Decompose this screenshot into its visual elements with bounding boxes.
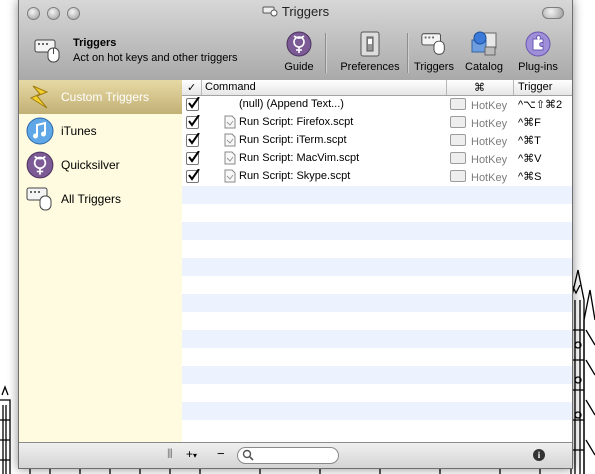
sidebar-item-itunes[interactable]: iTunes [19,114,182,148]
column-header-type[interactable]: ⌘ [474,81,485,95]
trigger-keys[interactable]: ^⌘S [518,170,542,183]
trigger-type: HotKey [450,116,507,130]
toolbar-preferences[interactable]: Preferences [337,30,403,73]
empty-row [182,186,572,204]
table-header: ✓ Command ⌘ Trigger [182,80,572,96]
keyboard-mouse-icon [26,187,52,211]
trigger-keys[interactable]: ^⌘F [518,116,541,129]
enabled-checkbox[interactable] [186,97,200,111]
column-divider [513,80,514,95]
search-field[interactable] [237,447,339,464]
empty-row [182,294,572,312]
trigger-type: HotKey [450,98,507,112]
window-title: Triggers [19,4,572,19]
keyboard-icon [450,152,466,164]
trigger-type: HotKey [450,170,507,184]
toolbar-separator [325,33,327,73]
table-row[interactable]: Run Script: Firefox.scpt HotKey ^⌘F [182,114,572,132]
empty-row [182,258,572,276]
empty-row [182,222,572,240]
keyboard-mouse-icon [34,39,60,63]
splitter-handle[interactable]: ||| [167,448,173,459]
sidebar: Custom Triggers iTunes Quicksilver All T… [19,80,183,442]
enabled-checkbox[interactable] [186,133,200,147]
toolbar-separator [407,33,409,73]
checkmark-icon [188,97,200,109]
trigger-keys[interactable]: ^⌘V [518,152,542,165]
itunes-icon [26,117,54,145]
search-icon [242,449,254,461]
lightning-icon [29,85,49,109]
table-row[interactable]: (null) (Append Text...) HotKey ^⌥⇧⌘2 [182,96,572,114]
command-label: Run Script: iTerm.scpt [239,134,347,146]
trigger-type-label: HotKey [471,100,508,112]
command-label: Run Script: MacVim.scpt [239,152,360,164]
script-file-icon [224,115,236,129]
add-label: + [186,447,194,461]
catalog-icon [471,31,497,56]
column-header-enabled[interactable]: ✓ [187,81,196,95]
triggers-window: Triggers Triggers Act on hot keys and ot… [18,0,573,469]
keyboard-mouse-icon [262,6,278,17]
toolbar-guide[interactable]: Guide [281,30,317,73]
column-divider [446,80,447,95]
script-file-icon [224,151,236,165]
checkmark-icon [188,133,200,145]
command-label: Run Script: Firefox.scpt [239,116,354,128]
chevron-down-icon: ▾ [193,451,198,460]
toolbar-plugins[interactable]: Plug-ins [513,30,563,73]
empty-row [182,330,572,348]
checkmark-icon [188,115,200,127]
quicksilver-icon [286,31,312,57]
sidebar-item-all-triggers[interactable]: All Triggers [19,182,182,216]
enabled-checkbox[interactable] [186,169,200,183]
section-subtitle: Act on hot keys and other triggers [73,52,238,64]
sidebar-item-quicksilver[interactable]: Quicksilver [19,148,182,182]
switch-icon [360,31,380,57]
puzzle-icon [525,31,551,57]
keyboard-icon [450,134,466,146]
command-label: Run Script: Skype.scpt [239,170,351,182]
enabled-checkbox[interactable] [186,151,200,165]
sidebar-item-custom-triggers[interactable]: Custom Triggers [19,80,182,114]
keyboard-icon [450,98,466,110]
trigger-type: HotKey [450,152,507,166]
trigger-type-label: HotKey [471,136,508,148]
table-row[interactable]: Run Script: Skype.scpt HotKey ^⌘S [182,168,572,186]
script-file-icon [224,169,236,183]
triggers-table: ✓ Command ⌘ Trigger (null) (Append Text.… [182,80,572,442]
trigger-type-label: HotKey [471,172,508,184]
title-bar: Triggers Triggers Act on hot keys and ot… [19,0,572,85]
toolbar-triggers[interactable]: Triggers [411,30,457,73]
empty-row [182,366,572,384]
column-divider [201,80,202,95]
section-title: Triggers [73,37,117,49]
checkmark-icon [188,151,200,163]
trigger-keys[interactable]: ^⌥⇧⌘2 [518,98,562,111]
column-header-trigger[interactable]: Trigger [518,81,552,95]
keyboard-icon [450,170,466,182]
enabled-checkbox[interactable] [186,115,200,129]
keyboard-icon [450,116,466,128]
trigger-type-label: HotKey [471,118,508,130]
quicksilver-icon [26,151,54,179]
info-button[interactable]: i [533,449,545,461]
trigger-keys[interactable]: ^⌘T [518,134,541,147]
trigger-type-label: HotKey [471,154,508,166]
bottom-bar: ||| +▾ − i [19,442,572,468]
toolbar-catalog[interactable]: Catalog [463,30,505,73]
checkmark-icon [188,169,200,181]
table-row[interactable]: Run Script: MacVim.scpt HotKey ^⌘V [182,150,572,168]
add-button[interactable]: +▾ [186,447,197,461]
command-label: (null) (Append Text...) [239,98,344,110]
column-header-command[interactable]: Command [205,81,256,95]
table-row[interactable]: Run Script: iTerm.scpt HotKey ^⌘T [182,132,572,150]
script-file-icon [224,133,236,147]
empty-row [182,402,572,420]
keyboard-mouse-icon [421,33,445,55]
trigger-type: HotKey [450,134,507,148]
remove-button[interactable]: − [217,446,225,461]
